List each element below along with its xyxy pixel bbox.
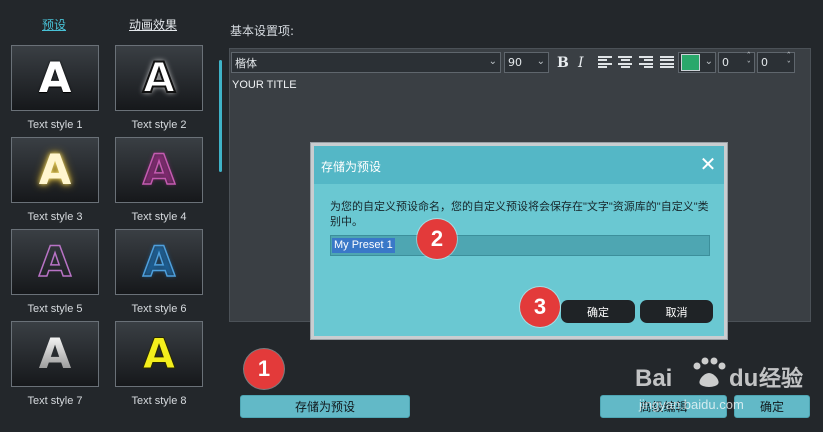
text-color-picker[interactable]: ⌄	[678, 52, 716, 73]
italic-button[interactable]: I	[578, 55, 584, 71]
preset-tile-3[interactable]: A	[11, 137, 99, 203]
preset-preview-glyph: A	[38, 329, 72, 378]
preset-tile-7[interactable]: A	[11, 321, 99, 387]
preset-tile-6[interactable]: A	[115, 229, 203, 295]
close-icon[interactable]: ✕	[697, 153, 719, 175]
bold-button[interactable]: B	[557, 55, 569, 71]
font-family-value: 楷体	[235, 56, 257, 70]
align-center-icon[interactable]	[618, 56, 632, 68]
font-family-select[interactable]: 楷体 ⌄	[231, 52, 501, 73]
preset-tile-2[interactable]: A	[115, 45, 203, 111]
preset-preview-glyph: A	[38, 53, 72, 102]
annotation-badge-3: 3	[520, 287, 560, 327]
stepper-arrows-icon: ˆˇ	[786, 52, 792, 71]
preset-tile-1[interactable]: A	[11, 45, 99, 111]
align-justify-icon[interactable]	[660, 56, 674, 68]
spacing-stepper-2[interactable]: 0 ˆˇ	[757, 52, 795, 73]
chevron-down-icon: ⌄	[536, 56, 545, 67]
annotation-badge-2: 2	[417, 219, 457, 259]
preset-scrollbar[interactable]	[219, 60, 222, 172]
dialog-message: 为您的自定义预设命名，您的自定义预设将会保存在"文字"资源库的"自定义"类别中。	[330, 201, 709, 228]
tab-animation-effects[interactable]: 动画效果	[129, 16, 177, 33]
preset-label: Text style 8	[131, 395, 187, 407]
preset-name-value[interactable]: My Preset 1	[332, 238, 395, 253]
dialog-title: 存储为预设	[321, 160, 382, 174]
preset-preview-glyph: A	[142, 53, 176, 102]
svg-text:du: du	[729, 365, 758, 392]
tab-presets[interactable]: 预设	[42, 16, 66, 33]
preset-tile-8[interactable]: A	[115, 321, 203, 387]
preset-preview-glyph: A	[142, 145, 176, 194]
svg-text:经验: 经验	[759, 366, 803, 392]
preset-tile-4[interactable]: A	[115, 137, 203, 203]
align-left-icon[interactable]	[598, 56, 612, 68]
title-text-content[interactable]: YOUR TITLE	[232, 79, 297, 91]
align-right-icon[interactable]	[639, 56, 653, 68]
preset-label: Text style 3	[27, 211, 83, 223]
preset-label: Text style 4	[131, 211, 187, 223]
preset-label: Text style 6	[131, 303, 187, 315]
chevron-down-icon: ⌄	[488, 56, 497, 67]
preset-label: Text style 5	[27, 303, 83, 315]
stepper-arrows-icon: ˆˇ	[746, 52, 752, 71]
font-size-select[interactable]: 90 ⌄	[504, 52, 549, 73]
annotation-badge-1: 1	[244, 349, 284, 389]
basic-settings-label: 基本设置项:	[230, 24, 295, 38]
preset-preview-glyph: A	[38, 237, 72, 286]
save-as-preset-button[interactable]: 存储为预设	[240, 395, 410, 418]
preset-label: Text style 1	[27, 119, 83, 131]
color-swatch	[681, 54, 700, 71]
spacing-value: 0	[722, 56, 729, 69]
svg-text:Bai: Bai	[635, 365, 672, 392]
svg-text:jingyan.baidu.com: jingyan.baidu.com	[638, 397, 744, 412]
preset-tile-5[interactable]: A	[11, 229, 99, 295]
spacing-value: 0	[761, 56, 768, 69]
dialog-ok-button[interactable]: 确定	[561, 300, 635, 323]
preset-preview-glyph: A	[142, 329, 176, 378]
chevron-down-icon: ⌄	[704, 56, 713, 67]
dialog-cancel-button[interactable]: 取消	[640, 300, 713, 323]
preset-preview-glyph: A	[38, 145, 72, 194]
baidu-jingyan-watermark: Bai du 经验 jingyan.baidu.com	[635, 357, 803, 412]
spacing-stepper-1[interactable]: 0 ˆˇ	[718, 52, 755, 73]
preset-label: Text style 2	[131, 119, 187, 131]
font-size-value: 90	[508, 56, 522, 69]
preset-label: Text style 7	[27, 395, 83, 407]
preset-preview-glyph: A	[142, 237, 176, 286]
